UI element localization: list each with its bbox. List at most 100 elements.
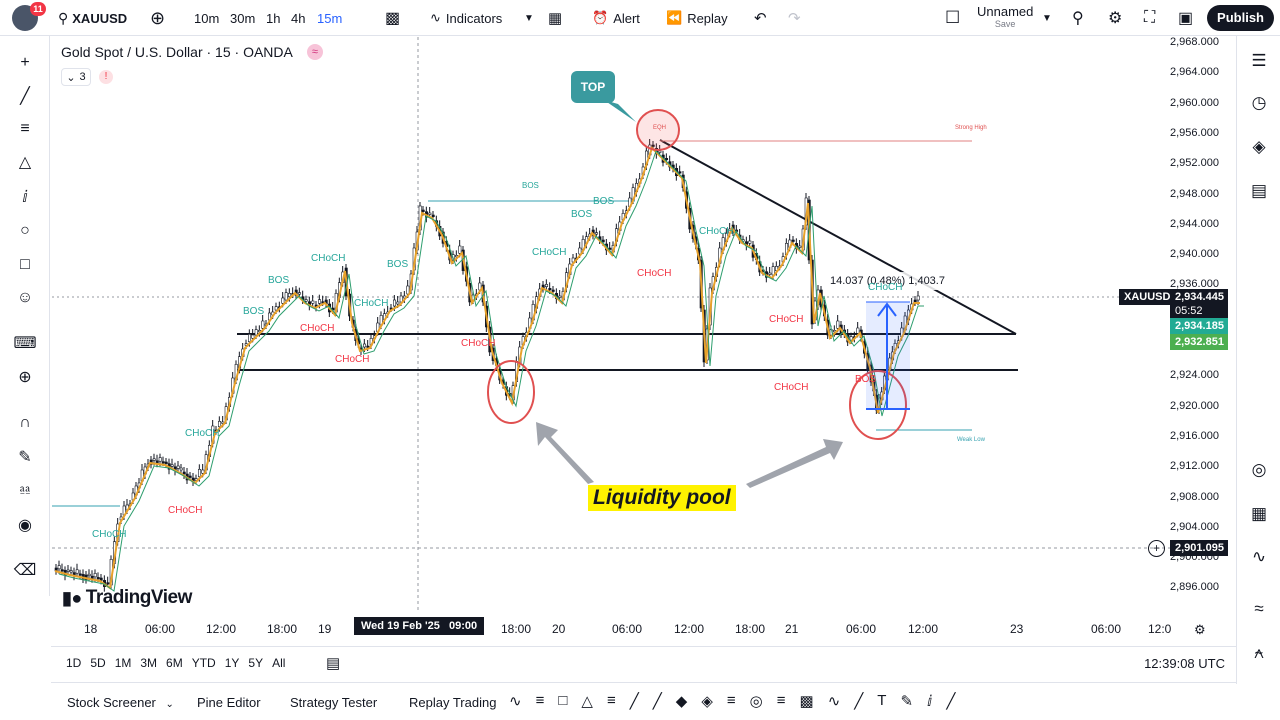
drawing-tool-icon[interactable]: ◆ [676,692,688,710]
choch-label: CHoCH [311,253,346,264]
tab-label: Stock Screener [67,695,156,710]
chevron-down-icon: ⌄ [66,71,76,84]
price-tick: 2,956.000 [1170,126,1219,139]
drawing-tool-icon[interactable]: ▩ [800,692,814,710]
drawing-tool-icon[interactable]: ∿ [828,692,841,710]
drawing-tool-icon[interactable]: ╱ [946,692,955,710]
tv-logo-icon: ▮● [62,587,82,608]
tab-replay-trading[interactable]: Replay Trading [409,695,496,710]
range-1m[interactable]: 1M [115,656,132,670]
time-tick: 18:00 [501,622,532,636]
range-6m[interactable]: 6M [166,656,183,670]
choch-label: CHoCH [699,226,734,237]
drawing-tool-icon[interactable]: ◈ [701,692,713,710]
utc-clock[interactable]: 12:39:08 UTC [1144,656,1225,671]
time-tick: 18:00 [735,622,766,636]
choch-label: CHoCH [637,268,672,279]
drawing-tool-icon[interactable]: ╱ [653,692,662,710]
range-ytd[interactable]: YTD [192,656,216,670]
time-tick: 06:00 [846,622,877,636]
time-tick: 06:00 [145,622,176,636]
time-tick: 06:00 [1091,622,1122,636]
choch-label: CHoCH [461,338,496,349]
price-tick: 2,904.000 [1170,520,1219,533]
footer-panel-tabs: Stock Screener ⌄ Pine Editor Strategy Te… [51,682,1237,720]
chart-title: Gold Spot / U.S. Dollar · 15 · OANDA [61,44,293,60]
time-tick: 12:00 [674,622,705,636]
indicators-collapse[interactable]: ⌄ 3 [61,68,91,86]
time-tick: 23 [1010,622,1024,636]
tab-pine-editor[interactable]: Pine Editor [197,695,261,710]
drawing-tool-icon[interactable]: ∿ [509,692,522,710]
date-range-icon[interactable]: ▤ [326,654,340,672]
price-chart[interactable] [0,0,1280,646]
drawing-tool-icon[interactable]: △ [581,692,593,710]
drawing-tool-icon[interactable]: ✎ [900,692,913,710]
tradingview-logo: ▮● TradingView [62,587,192,609]
countdown-tag: 05:52 [1170,303,1228,319]
arrow-left [536,422,594,484]
bos-label: BOS [571,209,593,220]
range-5d[interactable]: 5D [90,656,105,670]
drawing-tool-icon[interactable]: ◎ [750,692,763,710]
choch-label: CHoCH [868,282,903,293]
time-tick: 12:00 [908,622,939,636]
bos-label: BOS [387,259,409,270]
choch-label: CHoCH [92,529,127,540]
time-tick: 19 [318,622,332,636]
price-tick: 2,968.000 [1170,36,1219,48]
top-callout: TOP [571,71,615,103]
price-tick: 2,940.000 [1170,248,1219,261]
bos-label: BOS [268,275,290,286]
time-tick: 21 [785,622,799,636]
bos-label: BOS [593,196,615,207]
drawing-tool-icon[interactable]: ⅈ [927,692,932,710]
ma-tag-1: 2,934.185 [1170,318,1228,334]
chevron-down-icon: ⌄ [165,699,174,710]
time-axis-settings-icon[interactable]: ⚙ [1194,622,1206,638]
eqh-label: EQH [653,125,667,131]
warning-icon[interactable]: ! [99,70,113,84]
weak-low-label: Weak Low [957,437,985,443]
range-all[interactable]: All [272,656,285,670]
crosshair-time-label: Wed 19 Feb '25 09:00 [354,617,485,635]
price-tick: 2,920.000 [1170,399,1219,412]
bos-label: BOS [243,306,265,317]
choch-label: CHoCH [185,428,220,439]
symbol-tag: XAUUSD [1119,289,1176,305]
chart-legend: Gold Spot / U.S. Dollar · 15 · OANDA ≈ [61,44,323,60]
drawing-tool-icon[interactable]: T [877,692,886,710]
drawing-tool-icon[interactable]: ≡ [536,692,545,710]
drawing-tool-icon[interactable]: ≡ [727,692,736,710]
time-tick: 12:0 [1148,622,1172,636]
time-tick: 06:00 [612,622,643,636]
choch-label: CHoCH [532,247,567,258]
price-tick: 2,924.000 [1170,369,1219,382]
choch-label: CHoCH [774,382,809,393]
liquidity-pool-label: Liquidity pool [588,485,736,511]
bos-label: BOS [855,374,877,385]
range-5y[interactable]: 5Y [248,656,263,670]
choch-label: CHoCH [354,298,389,309]
range-1d[interactable]: 1D [66,656,81,670]
drawing-tool-icon[interactable]: □ [558,692,567,710]
drawing-tool-icon[interactable]: ╱ [630,692,639,710]
range-1y[interactable]: 1Y [225,656,240,670]
price-tick: 2,960.000 [1170,96,1219,109]
arrow-right [746,439,843,488]
add-plus-icon[interactable]: + [1148,540,1165,557]
choch-label: CHoCH [300,323,335,334]
drawing-tool-icon[interactable]: ≡ [777,692,786,710]
price-tick: 2,944.000 [1170,217,1219,230]
range-3m[interactable]: 3M [140,656,157,670]
strong-high-label: Strong High [955,125,987,131]
price-tick: 2,964.000 [1170,66,1219,79]
tab-strategy-tester[interactable]: Strategy Tester [290,695,377,710]
drawing-tool-icon[interactable]: ≡ [607,692,616,710]
bos-label: BOS [522,181,539,190]
indicator-toggle-icon[interactable]: ≈ [306,44,323,60]
time-tick: 18 [84,622,98,636]
price-tick: 2,916.000 [1170,429,1219,442]
drawing-tool-icon[interactable]: ╱ [854,692,863,710]
tab-stock-screener[interactable]: Stock Screener ⌄ [67,695,174,710]
